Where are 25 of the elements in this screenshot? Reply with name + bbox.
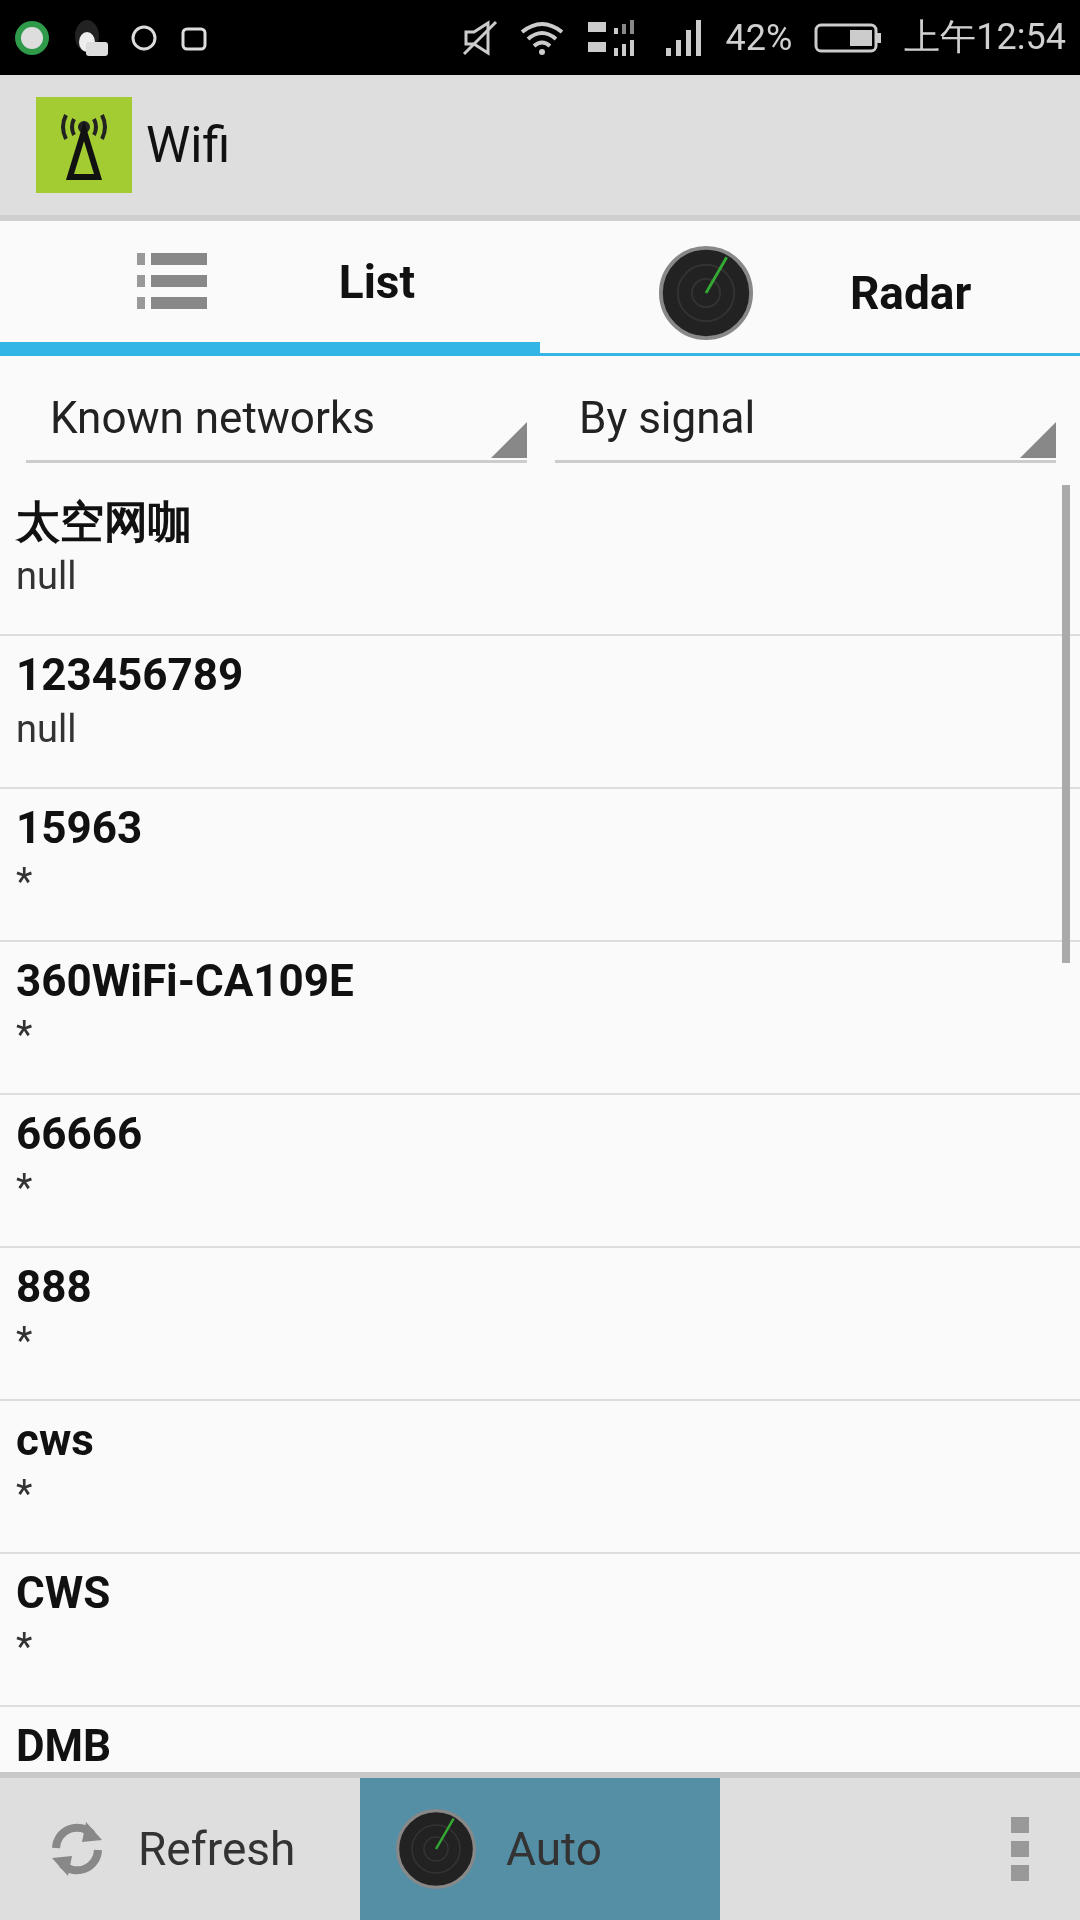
dropdown-corner-icon: [491, 422, 527, 458]
refresh-button[interactable]: Refresh: [0, 1778, 360, 1920]
app-title: Wifi: [146, 116, 231, 174]
wifi-icon: [519, 19, 564, 56]
battery-icon: [814, 22, 883, 53]
signal-bars-icon: [663, 19, 704, 56]
dropdown[interactable]: By signal: [555, 376, 1056, 463]
network-row[interactable]: CWS *: [0, 1554, 1080, 1707]
network-row[interactable]: 360WiFi-CA109E *: [0, 942, 1080, 1095]
radar-icon: [658, 245, 753, 340]
auto-button[interactable]: Auto: [360, 1778, 720, 1920]
muted-speaker-icon: [461, 19, 498, 56]
network-row[interactable]: 888 *: [0, 1248, 1080, 1401]
dropdown-corner-icon: [1020, 422, 1056, 458]
network-row[interactable]: 66666 *: [0, 1095, 1080, 1248]
clock: 上午12:54: [904, 15, 1066, 60]
app-logo-icon: [36, 97, 132, 193]
tab[interactable]: List: [0, 221, 540, 356]
battery-percent: 42%: [725, 16, 793, 59]
radar-icon: [396, 1809, 476, 1889]
tab[interactable]: Radar: [540, 221, 1080, 356]
more-icon: [1011, 1817, 1029, 1881]
dropdown[interactable]: Known networks: [26, 376, 527, 463]
circle-icon: [130, 23, 158, 52]
network-row[interactable]: cws *: [0, 1401, 1080, 1554]
